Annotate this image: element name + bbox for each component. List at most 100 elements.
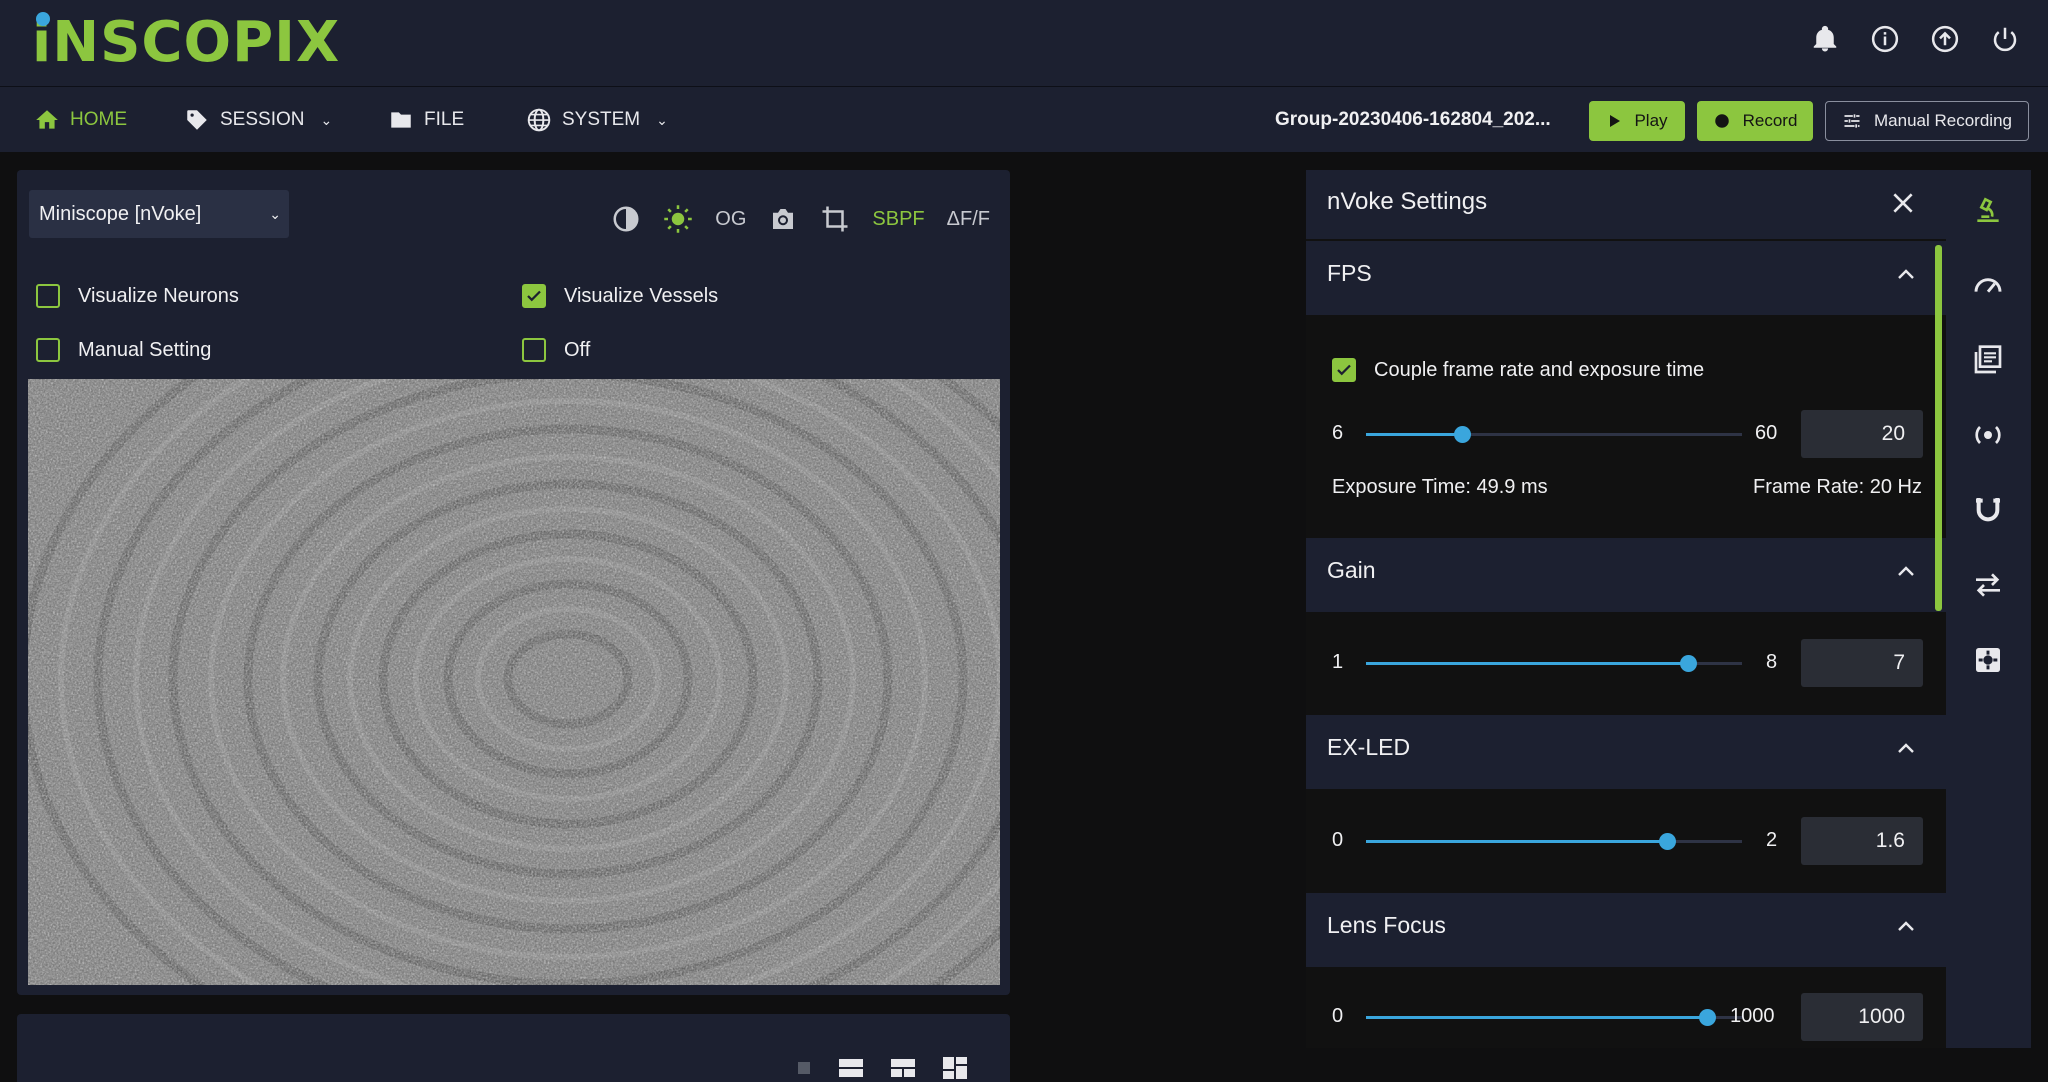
fps-slider-fill [1366, 433, 1462, 436]
power-icon[interactable] [1988, 22, 2022, 56]
gain-slider-thumb[interactable] [1680, 655, 1697, 672]
device-select-value: Miniscope [nVoke] [39, 203, 202, 225]
chevron-up-icon [1898, 921, 1914, 931]
sbpf-toggle[interactable]: SBPF [872, 208, 924, 231]
visualize-vessels-label: Visualize Vessels [564, 284, 719, 307]
visualize-neurons-checkbox[interactable] [36, 284, 60, 308]
gain-section-header[interactable]: Gain [1306, 538, 1946, 612]
exled-slider-row: 0 2 1.6 [1306, 815, 1926, 867]
device-select[interactable]: Miniscope [nVoke] ⌄ [29, 190, 289, 238]
group-name: Group-20230406-162804_202... [1275, 109, 1551, 130]
off-option[interactable]: Off [522, 338, 590, 362]
off-checkbox[interactable] [522, 338, 546, 362]
fps-title: FPS [1327, 260, 1372, 286]
dff-toggle[interactable]: ΔF/F [947, 208, 990, 231]
check-icon [1337, 364, 1351, 376]
settings-title: nVoke Settings [1327, 188, 1488, 215]
split-horizontal-icon[interactable] [838, 1057, 864, 1079]
close-icon[interactable] [1890, 190, 1916, 216]
manual-setting-label: Manual Setting [78, 338, 212, 361]
brightness-icon[interactable] [663, 204, 693, 234]
record-button[interactable]: Record [1697, 101, 1813, 141]
fps-slider-thumb[interactable] [1454, 426, 1471, 443]
speedometer-icon[interactable] [1968, 265, 2008, 305]
record-icon [1714, 114, 1729, 128]
gain-slider-fill [1366, 662, 1688, 665]
lens-focus-slider-thumb[interactable] [1699, 1009, 1716, 1026]
folder-icon [391, 112, 411, 128]
settings-gear-icon[interactable] [1968, 640, 2008, 680]
camera-icon[interactable] [768, 204, 798, 234]
grid-layout-icon[interactable] [942, 1056, 968, 1080]
manual-setting-option[interactable]: Manual Setting [36, 338, 211, 362]
exled-slider-fill [1366, 840, 1667, 843]
fps-max: 60 [1755, 422, 1778, 444]
gain-slider[interactable] [1366, 655, 1742, 672]
magnet-icon[interactable] [1968, 490, 2008, 530]
lens-focus-max: 1000 [1730, 1005, 1775, 1027]
manual-recording-button[interactable]: Manual Recording [1825, 101, 2029, 141]
logo-dot [36, 12, 50, 26]
layout-icons [796, 1056, 968, 1080]
bell-icon[interactable] [1808, 22, 1842, 56]
frame-rate-text: Frame Rate: 20 Hz [1753, 476, 1922, 498]
viewer-toolbar: OG SBPF ΔF/F [611, 204, 990, 234]
fps-slider[interactable] [1366, 426, 1742, 443]
info-icon[interactable] [1868, 22, 1902, 56]
check-icon [527, 290, 541, 302]
miniscope-image-view[interactable] [28, 379, 1000, 985]
lens-focus-slider[interactable] [1366, 1009, 1742, 1026]
chevron-up-icon [1898, 566, 1914, 576]
broadcast-icon[interactable] [1968, 415, 2008, 455]
gain-title: Gain [1327, 557, 1376, 583]
couple-frame-rate-checkbox[interactable] [1332, 358, 1356, 382]
nav-session[interactable]: SESSION ⌄ [184, 87, 332, 153]
nav-home[interactable]: HOME [34, 87, 127, 153]
microscope-icon[interactable] [1968, 190, 2008, 230]
manual-recording-label: Manual Recording [1874, 111, 2012, 130]
swap-icon[interactable] [1968, 565, 2008, 605]
nav-home-label: HOME [70, 109, 127, 130]
lens-focus-title: Lens Focus [1327, 912, 1446, 938]
tune-icon [1844, 114, 1860, 128]
visualize-vessels-checkbox[interactable] [522, 284, 546, 308]
split-three-icon[interactable] [890, 1057, 916, 1079]
contrast-icon[interactable] [611, 204, 641, 234]
lens-focus-value-input[interactable]: 1000 [1801, 993, 1923, 1041]
fps-min: 6 [1332, 422, 1344, 444]
og-toggle[interactable]: OG [715, 208, 746, 231]
record-label: Record [1742, 111, 1798, 130]
top-icons [1808, 22, 2022, 56]
nav-system[interactable]: SYSTEM ⌄ [526, 87, 668, 153]
visualize-neurons-option[interactable]: Visualize Neurons [36, 284, 239, 308]
exled-max: 2 [1766, 829, 1778, 851]
library-icon[interactable] [1968, 340, 2008, 380]
fps-value-input[interactable]: 20 [1801, 410, 1923, 458]
exled-value-input[interactable]: 1.6 [1801, 817, 1923, 865]
exled-section-header[interactable]: EX-LED [1306, 715, 1946, 789]
play-button[interactable]: Play [1589, 101, 1685, 141]
crop-icon[interactable] [820, 204, 850, 234]
inscopix-logo: iNSCOPIX [32, 10, 341, 75]
exled-slider[interactable] [1366, 833, 1742, 850]
manual-setting-checkbox[interactable] [36, 338, 60, 362]
settings-scrollbar[interactable] [1935, 245, 1942, 611]
gain-value-input[interactable]: 7 [1801, 639, 1923, 687]
nav-file[interactable]: FILE [388, 87, 464, 153]
off-label: Off [564, 338, 591, 361]
visualize-vessels-option[interactable]: Visualize Vessels [522, 284, 718, 308]
fps-slider-row: 6 60 20 [1306, 408, 1926, 460]
lens-focus-slider-row: 0 1000 1000 [1306, 991, 1926, 1043]
fps-section-header[interactable]: FPS [1306, 241, 1946, 315]
upload-icon[interactable] [1928, 22, 1962, 56]
home-icon [36, 110, 58, 129]
couple-frame-rate-option[interactable]: Couple frame rate and exposure time [1332, 358, 1704, 382]
single-square-icon[interactable] [796, 1060, 812, 1076]
lens-focus-section-header[interactable]: Lens Focus [1306, 893, 1946, 967]
exled-slider-thumb[interactable] [1659, 833, 1676, 850]
miniscope-image [28, 379, 1000, 985]
chevron-up-icon [1898, 269, 1914, 279]
layout-panel [17, 1014, 1010, 1082]
gain-min: 1 [1332, 651, 1344, 673]
visualize-neurons-label: Visualize Neurons [78, 284, 239, 307]
